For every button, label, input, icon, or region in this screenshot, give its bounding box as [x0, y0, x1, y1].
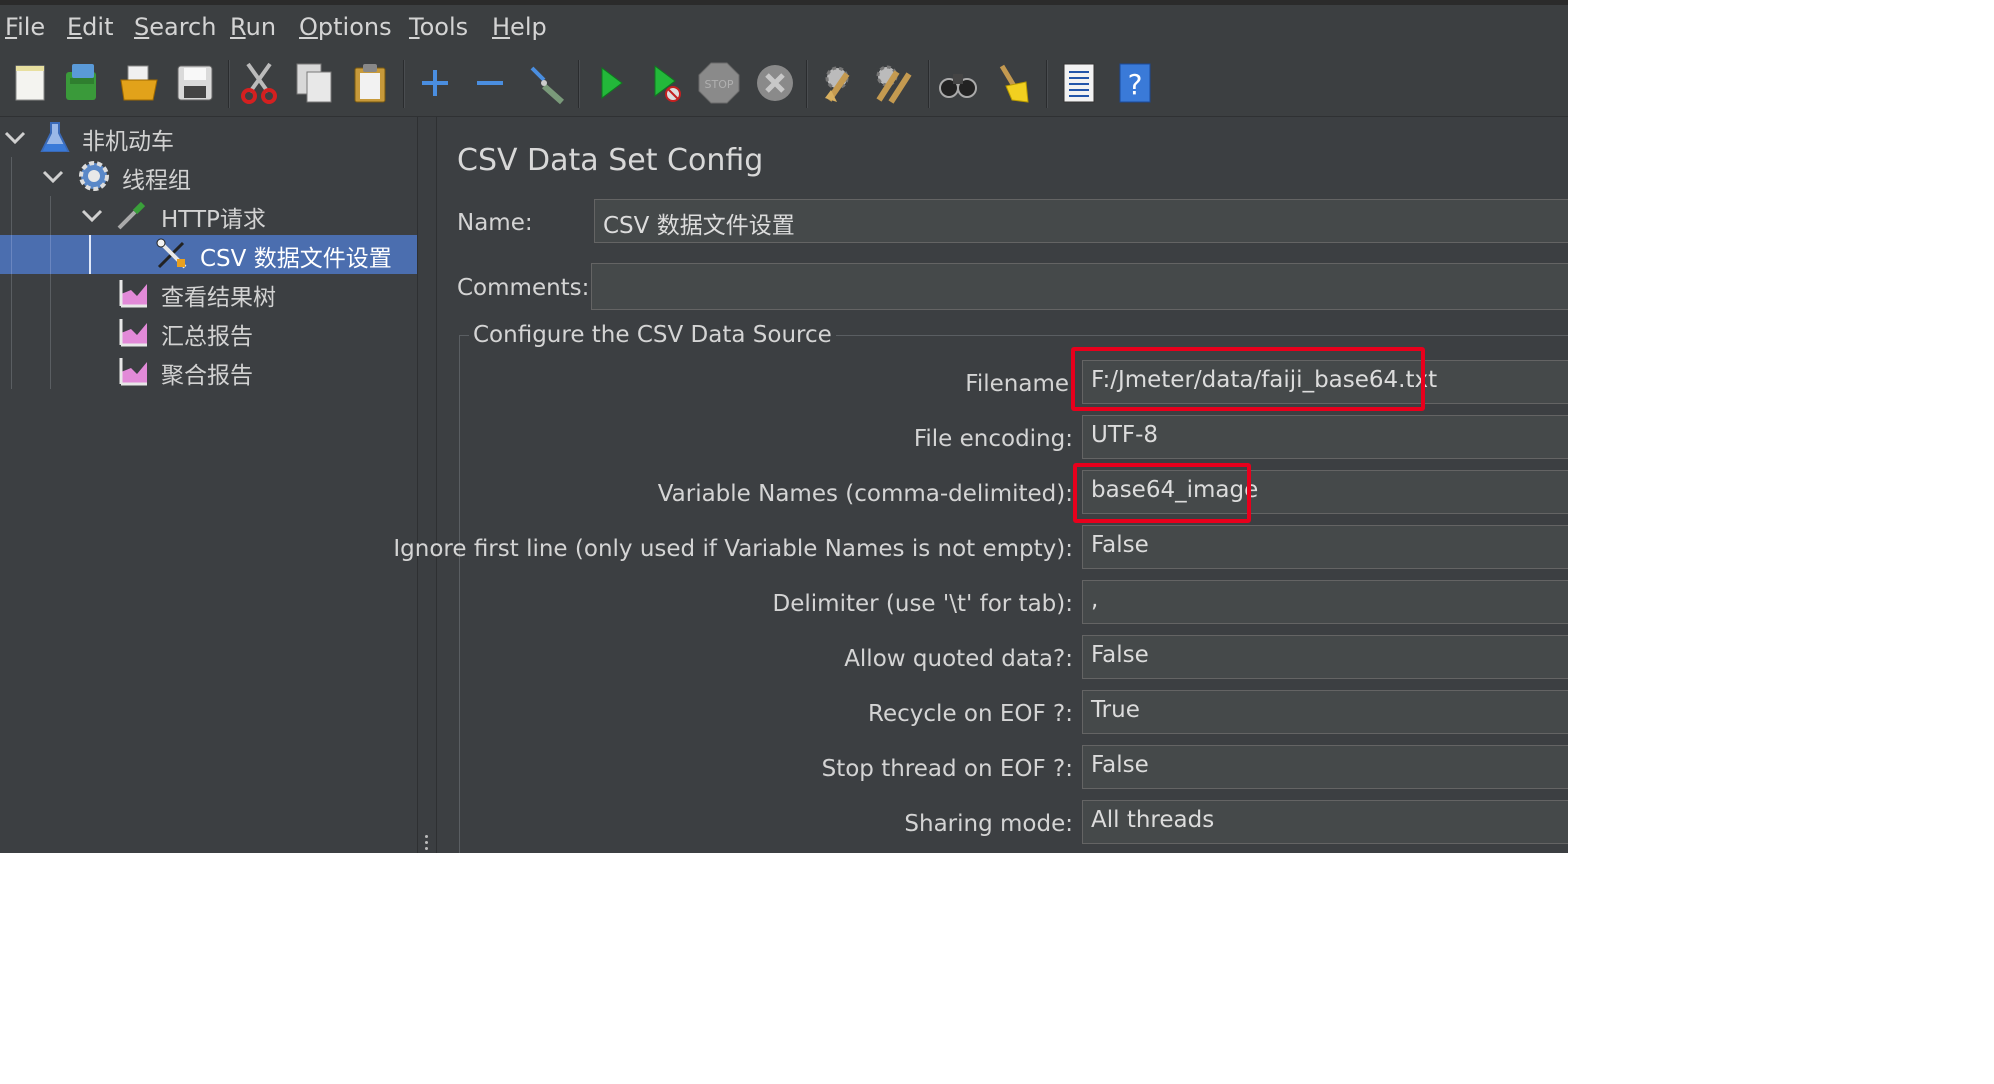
- menu-options[interactable]: Options: [299, 13, 392, 41]
- tree-item-view-results-tree[interactable]: 查看结果树: [0, 274, 417, 313]
- drag-handle-icon[interactable]: [425, 835, 429, 853]
- pipette-icon: [117, 201, 146, 230]
- menu-edit[interactable]: Edit: [67, 13, 113, 41]
- tree-item-thread-group[interactable]: 线程组: [0, 157, 417, 196]
- tree-item-label: CSV 数据文件设置: [200, 246, 392, 272]
- save-icon[interactable]: [174, 60, 216, 106]
- variable-names-highlight-box: [1073, 463, 1251, 523]
- stop-icon[interactable]: STOP: [698, 60, 740, 106]
- cut-icon[interactable]: [238, 60, 280, 106]
- file-encoding-input[interactable]: UTF-8: [1082, 415, 1568, 459]
- stop-thread-eof-select[interactable]: False: [1082, 745, 1568, 789]
- test-plan-tree: 非机动车 线程组 HTTP请求 CSV 数据文件设置 查看结果树 汇总报告 聚合…: [0, 117, 418, 853]
- listener-icon: [119, 358, 147, 386]
- filename-highlight-box: [1071, 347, 1425, 411]
- toolbar-separator: [228, 60, 230, 108]
- tree-item-label: 查看结果树: [161, 285, 276, 311]
- listener-icon: [119, 280, 147, 308]
- page-title: CSV Data Set Config: [457, 143, 764, 178]
- tree-item-summary-report[interactable]: 汇总报告: [0, 313, 417, 352]
- menu-bar: File Edit Search Run Options Tools Help: [0, 0, 1568, 52]
- shutdown-icon[interactable]: [754, 60, 796, 106]
- search-icon[interactable]: [937, 60, 979, 106]
- jmeter-window: File Edit Search Run Options Tools Help: [0, 0, 1568, 853]
- collapse-icon[interactable]: [469, 60, 511, 106]
- delimiter-label: Delimiter (use '\t' for tab):: [772, 591, 1073, 617]
- toolbar-separator: [1046, 60, 1048, 108]
- filename-label: Filename: [965, 371, 1069, 397]
- svg-text:STOP: STOP: [705, 78, 734, 91]
- toolbar: STOP ?: [0, 52, 1568, 117]
- menu-run[interactable]: Run: [230, 13, 276, 41]
- comments-input[interactable]: [591, 263, 1568, 310]
- tree-item-http-request[interactable]: HTTP请求: [0, 196, 417, 235]
- toolbar-separator: [806, 60, 808, 108]
- name-input[interactable]: CSV 数据文件设置: [594, 199, 1568, 243]
- paste-icon[interactable]: [349, 60, 391, 106]
- stop-thread-eof-label: Stop thread on EOF ?:: [821, 756, 1073, 782]
- clear-all-icon[interactable]: [873, 60, 915, 106]
- test-plan-icon: [40, 122, 70, 152]
- open-icon[interactable]: [118, 60, 160, 106]
- csv-config-panel: CSV Data Set Config Name: CSV 数据文件设置 Com…: [393, 117, 1568, 853]
- tree-item-aggregate-report[interactable]: 聚合报告: [0, 352, 417, 391]
- tree-item-label: 非机动车: [82, 129, 174, 155]
- group-title: Configure the CSV Data Source: [469, 322, 836, 348]
- menu-tools[interactable]: Tools: [409, 13, 468, 41]
- tree-item-label: 聚合报告: [161, 363, 253, 389]
- reset-search-icon[interactable]: [992, 60, 1034, 106]
- new-icon[interactable]: [10, 60, 52, 106]
- config-element-icon: [156, 238, 187, 269]
- tree-guide-line: [89, 235, 91, 274]
- copy-icon[interactable]: [293, 60, 335, 106]
- start-no-timers-icon[interactable]: [645, 60, 687, 106]
- toolbar-separator: [578, 60, 580, 108]
- delimiter-input[interactable]: ,: [1082, 580, 1568, 624]
- tree-item-label: 线程组: [122, 168, 191, 194]
- help-icon[interactable]: ?: [1114, 60, 1156, 106]
- ignore-first-line-label: Ignore first line (only used if Variable…: [393, 536, 1073, 562]
- split-pane-divider[interactable]: [418, 117, 437, 853]
- variable-names-label: Variable Names (comma-delimited):: [657, 481, 1073, 507]
- allow-quoted-select[interactable]: False: [1082, 635, 1568, 679]
- comments-label: Comments:: [457, 275, 590, 301]
- ignore-first-line-select[interactable]: False: [1082, 525, 1568, 569]
- expand-icon[interactable]: [414, 60, 456, 106]
- allow-quoted-label: Allow quoted data?:: [844, 646, 1073, 672]
- toggle-icon[interactable]: [524, 60, 566, 106]
- toolbar-separator: [403, 60, 405, 108]
- recycle-eof-select[interactable]: True: [1082, 690, 1568, 734]
- file-encoding-label: File encoding:: [913, 426, 1073, 452]
- sharing-mode-select[interactable]: All threads: [1082, 800, 1568, 844]
- start-icon[interactable]: [590, 60, 632, 106]
- toolbar-separator: [928, 60, 930, 108]
- templates-icon[interactable]: [62, 60, 104, 106]
- menu-help[interactable]: Help: [492, 13, 547, 41]
- clear-icon[interactable]: [817, 60, 859, 106]
- listener-icon: [119, 319, 147, 347]
- tree-guide-line: [11, 235, 12, 274]
- tree-item-label: HTTP请求: [161, 207, 266, 233]
- thread-group-icon: [79, 161, 109, 191]
- chevron-down-icon[interactable]: [2, 124, 28, 150]
- tree-item-label: 汇总报告: [161, 324, 253, 350]
- sharing-mode-label: Sharing mode:: [904, 811, 1073, 837]
- recycle-eof-label: Recycle on EOF ?:: [868, 701, 1073, 727]
- chevron-down-icon[interactable]: [79, 202, 105, 228]
- menu-file[interactable]: File: [5, 13, 45, 41]
- name-label: Name:: [457, 210, 533, 236]
- menu-search[interactable]: Search: [134, 13, 216, 41]
- chevron-down-icon[interactable]: [40, 163, 66, 189]
- tree-guide-line: [50, 235, 51, 274]
- tree-item-csv-config[interactable]: CSV 数据文件设置: [0, 235, 417, 274]
- svg-text:?: ?: [1128, 68, 1143, 101]
- function-helper-icon[interactable]: [1058, 60, 1100, 106]
- tree-item-test-plan[interactable]: 非机动车: [0, 118, 417, 157]
